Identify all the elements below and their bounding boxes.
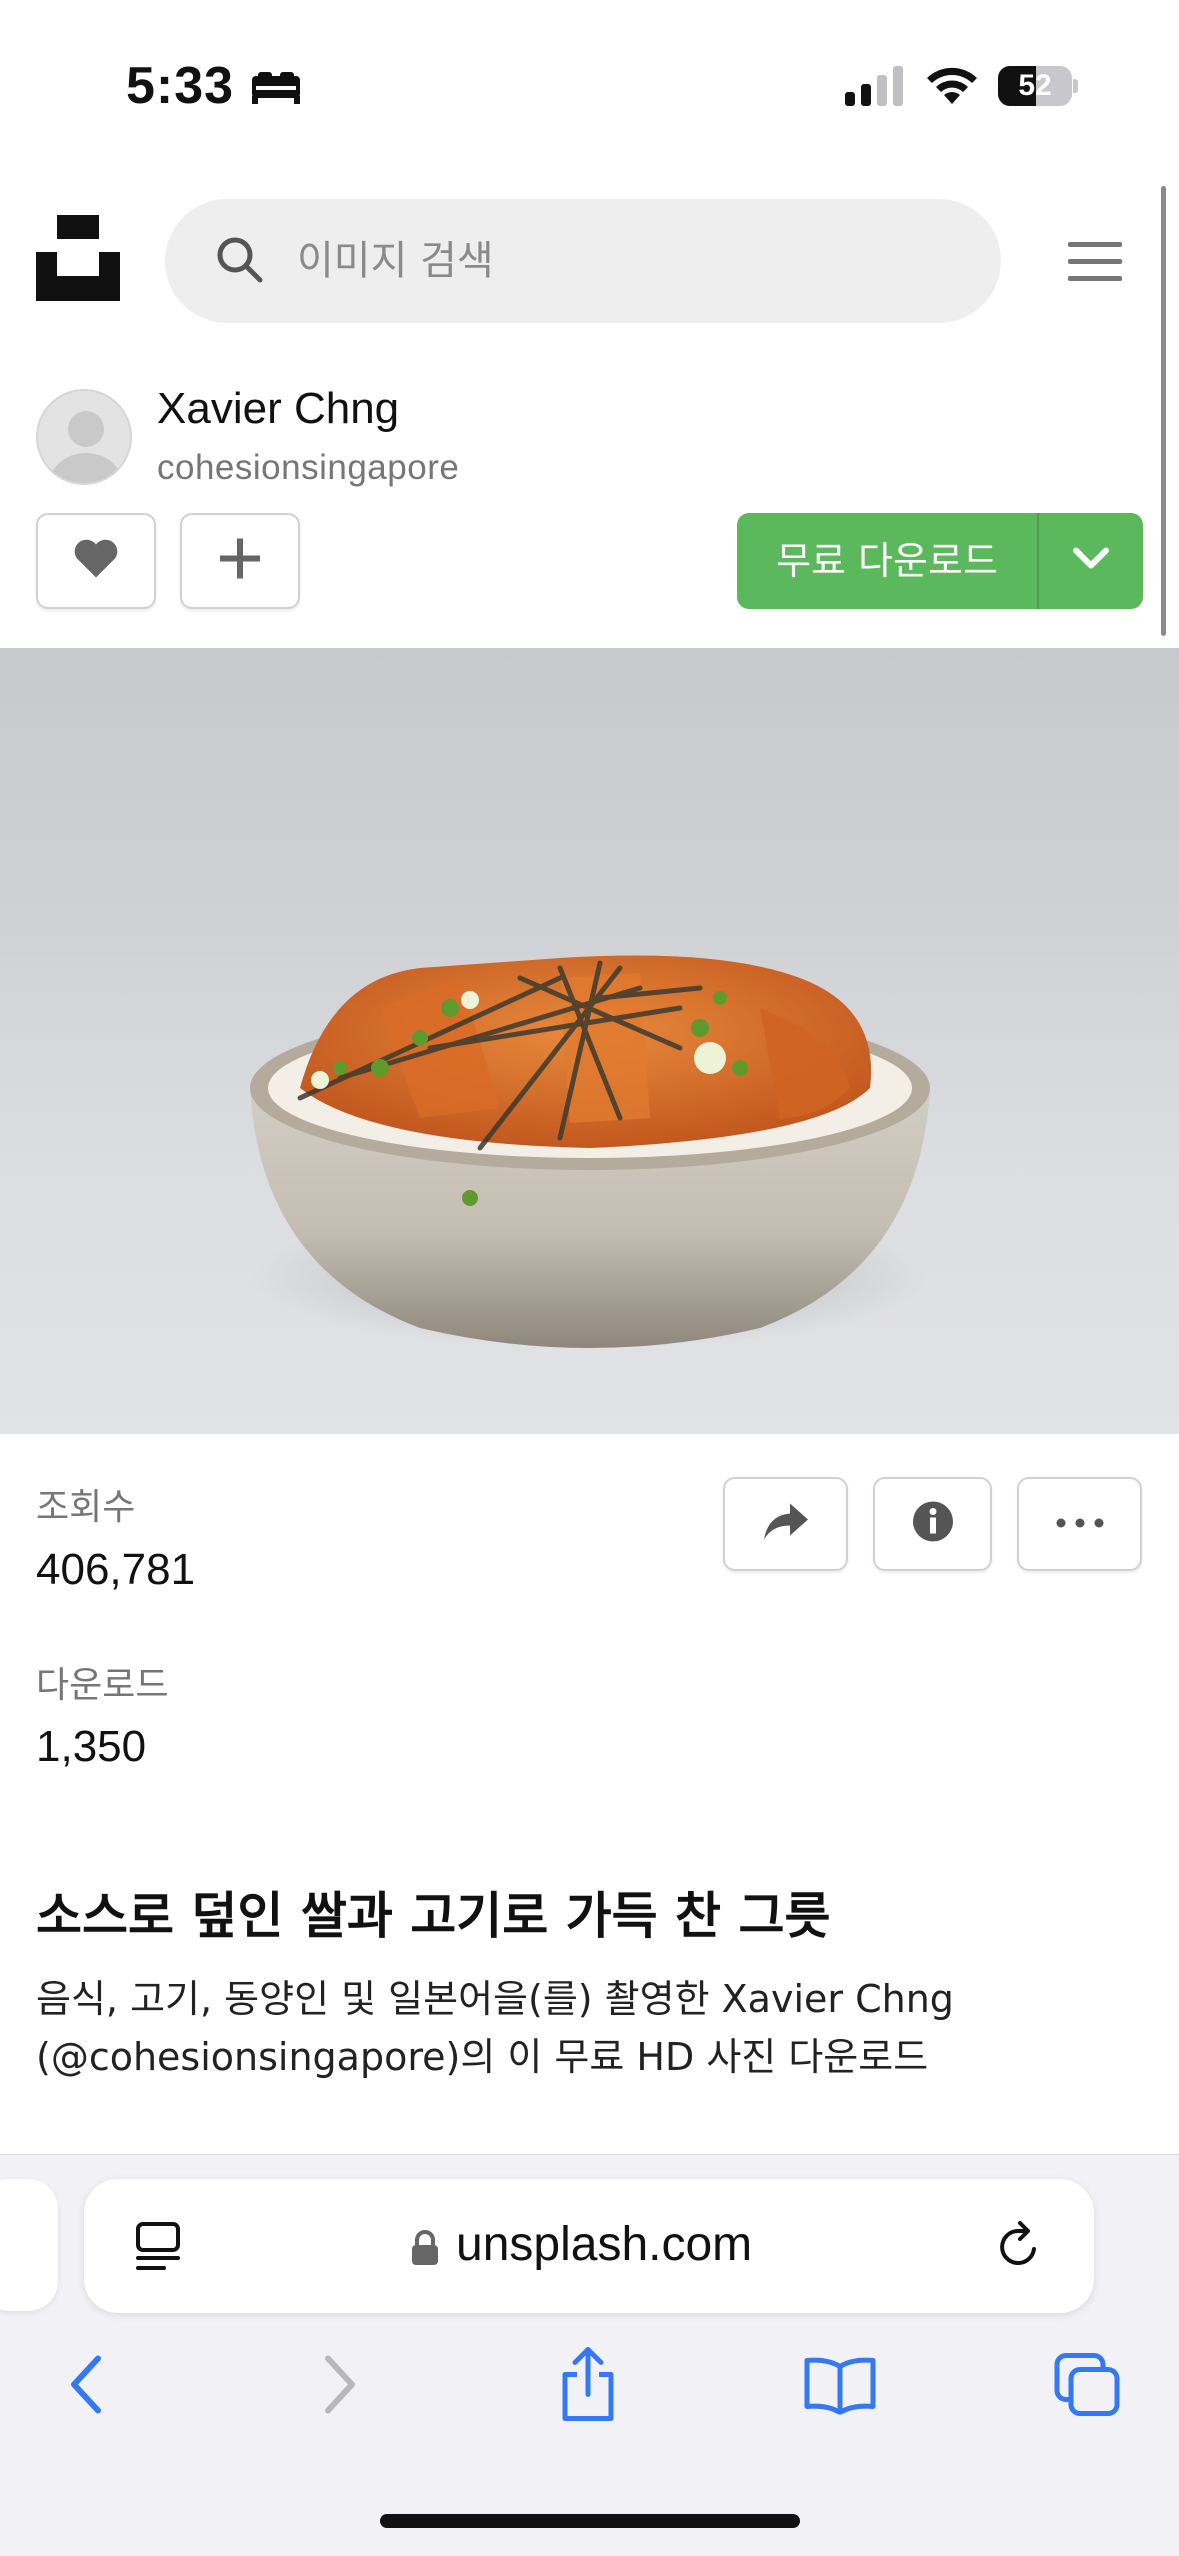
- unsplash-logo[interactable]: [36, 215, 120, 301]
- forward-icon: [320, 2355, 360, 2420]
- cellular-signal-icon: [845, 64, 903, 111]
- share-icon: [762, 1502, 810, 1547]
- address-bar[interactable]: unsplash.com: [84, 2179, 1094, 2313]
- wifi-icon: [924, 64, 980, 111]
- info-icon: [911, 1500, 955, 1549]
- previous-tab-preview[interactable]: [0, 2179, 58, 2311]
- search-bar[interactable]: [165, 199, 1001, 323]
- status-bar: 5:33 52: [0, 0, 1179, 175]
- download-button-group: 무료 다운로드: [737, 513, 1143, 609]
- search-icon: [215, 235, 265, 290]
- free-download-button[interactable]: 무료 다운로드: [737, 513, 1037, 609]
- tabs-button[interactable]: [1048, 2347, 1128, 2427]
- chevron-down-icon: [1071, 546, 1111, 577]
- tabs-icon: [1053, 2352, 1123, 2423]
- back-button[interactable]: [46, 2347, 126, 2427]
- share-sheet-button[interactable]: [548, 2347, 628, 2427]
- more-options-button[interactable]: [1017, 1477, 1142, 1571]
- back-icon: [66, 2355, 106, 2420]
- url-text: unsplash.com: [456, 2218, 753, 2271]
- bookmarks-icon: [803, 2355, 877, 2420]
- description-line-1: 음식, 고기, 동양인 및 일본어을(를) 촬영한 Xavier Chng: [36, 1977, 954, 2021]
- add-to-collection-button[interactable]: [180, 513, 300, 609]
- views-label: 조회수: [36, 1487, 136, 1528]
- battery-percent: 52: [1018, 69, 1052, 102]
- views-value: 406,781: [36, 1545, 196, 1594]
- scrollbar[interactable]: [1161, 186, 1166, 636]
- heart-icon: [72, 538, 120, 585]
- download-options-button[interactable]: [1039, 513, 1143, 609]
- bookmarks-button[interactable]: [800, 2347, 880, 2427]
- author-name[interactable]: Xavier Chng: [157, 384, 399, 434]
- plus-icon: [218, 537, 262, 586]
- reader-icon[interactable]: [134, 2221, 184, 2278]
- home-indicator[interactable]: [380, 2514, 800, 2528]
- like-button[interactable]: [36, 513, 156, 609]
- more-icon: [1056, 1515, 1104, 1533]
- share-button[interactable]: [723, 1477, 848, 1571]
- search-input[interactable]: [297, 229, 957, 293]
- info-button[interactable]: [873, 1477, 992, 1571]
- reload-icon[interactable]: [994, 2219, 1044, 2278]
- author-handle[interactable]: cohesionsingapore: [157, 448, 459, 488]
- lock-icon: [410, 2229, 440, 2272]
- description-line-2: (@cohesionsingapore)의 이 무료 HD 사진 다운로드: [36, 2035, 929, 2079]
- share-sheet-icon: [557, 2347, 619, 2428]
- battery-indicator: 52: [998, 66, 1078, 106]
- photo-description: 음식, 고기, 동양인 및 일본어을(를) 촬영한 Xavier Chng (@…: [36, 1970, 1136, 2086]
- sleep-focus-icon: [250, 70, 302, 109]
- menu-icon[interactable]: [1060, 232, 1130, 292]
- main-photo[interactable]: [0, 648, 1179, 1434]
- forward-button[interactable]: [300, 2347, 380, 2427]
- status-time: 5:33: [126, 57, 235, 115]
- downloads-label: 다운로드: [36, 1665, 169, 1706]
- avatar[interactable]: [36, 389, 132, 485]
- downloads-value: 1,350: [36, 1722, 147, 1771]
- photo-title: 소스로 덮인 쌀과 고기로 가득 찬 그릇: [36, 1887, 831, 1945]
